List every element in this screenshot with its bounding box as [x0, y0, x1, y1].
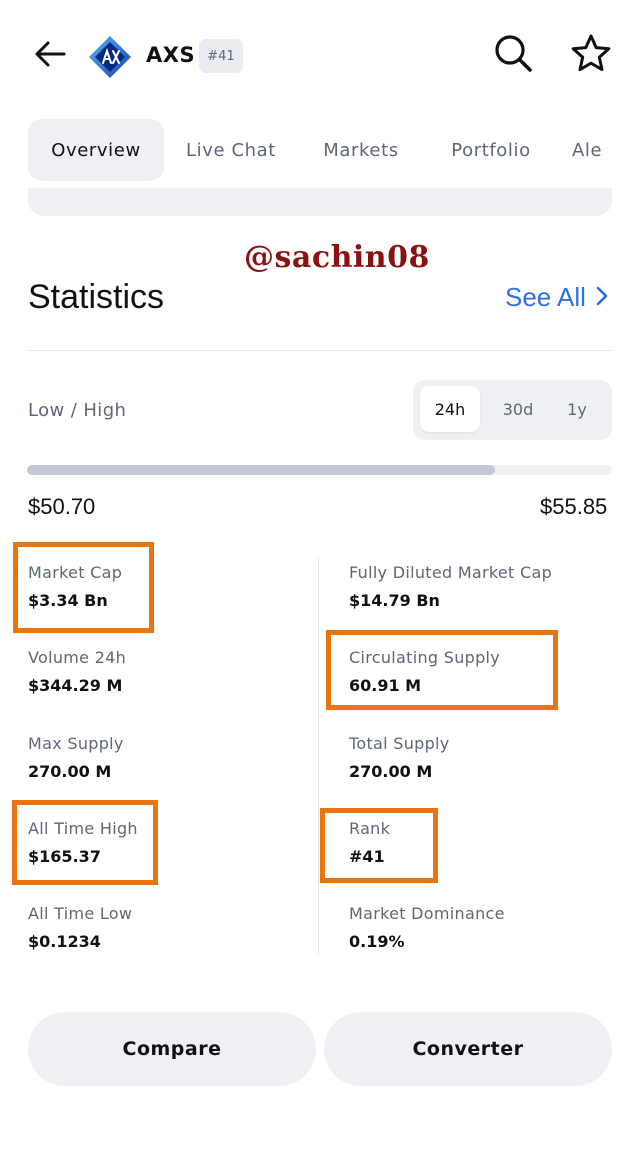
stat-value-volume-24h: $344.29 M: [28, 676, 123, 695]
stat-label-market-dominance: Market Dominance: [349, 904, 505, 923]
search-button[interactable]: [490, 32, 536, 78]
highlight-box-market-cap: [13, 542, 154, 633]
stat-value-fully-diluted-market-cap: $14.79 Bn: [349, 591, 440, 610]
tab-bar: Overview Live Chat Markets Portfolio Ale: [0, 119, 640, 183]
price-range-bar: [27, 465, 612, 475]
coin-symbol: AXS: [146, 43, 196, 67]
card-bottom-edge: [28, 188, 612, 216]
section-divider: [28, 350, 612, 351]
tab-markets[interactable]: Markets: [306, 119, 416, 181]
favorite-button[interactable]: [568, 32, 614, 78]
tab-alerts[interactable]: Ale: [572, 119, 632, 181]
tab-overview[interactable]: Overview: [28, 119, 164, 181]
stat-label-all-time-low: All Time Low: [28, 904, 133, 923]
stat-label-volume-24h: Volume 24h: [28, 648, 127, 667]
stat-label-max-supply: Max Supply: [28, 734, 124, 753]
price-high: $55.85: [540, 494, 608, 519]
tab-live-chat[interactable]: Live Chat: [172, 119, 290, 181]
stat-value-all-time-low: $0.1234: [28, 932, 101, 951]
see-all-link[interactable]: See All: [505, 282, 608, 313]
rank-badge: #41: [199, 39, 243, 73]
star-icon: [570, 33, 612, 77]
low-high-label: Low / High: [28, 400, 127, 421]
watermark-text: @sachin08: [244, 240, 430, 275]
period-30d[interactable]: 30d: [488, 386, 548, 432]
see-all-label: See All: [505, 282, 586, 312]
stat-value-market-dominance: 0.19%: [349, 932, 405, 951]
compare-button[interactable]: Compare: [28, 1012, 316, 1086]
axie-infinity-logo: [88, 35, 132, 79]
column-divider: [318, 558, 319, 954]
tab-portfolio[interactable]: Portfolio: [432, 119, 550, 181]
highlight-box-all-time-high: [12, 800, 158, 885]
search-icon: [493, 33, 533, 77]
stat-label-total-supply: Total Supply: [349, 734, 450, 753]
stat-label-fully-diluted-market-cap: Fully Diluted Market Cap: [349, 563, 553, 582]
arrow-left-icon: [34, 40, 66, 72]
highlight-box-rank: [320, 808, 438, 883]
period-24h[interactable]: 24h: [420, 386, 480, 432]
period-1y[interactable]: 1y: [547, 386, 607, 432]
stat-value-total-supply: 270.00 M: [349, 762, 433, 781]
statistics-title: Statistics: [28, 278, 165, 316]
chevron-right-icon: [596, 282, 608, 313]
back-button[interactable]: [30, 36, 70, 76]
price-range-fill: [27, 465, 495, 475]
converter-button[interactable]: Converter: [324, 1012, 612, 1086]
price-low: $50.70: [28, 494, 96, 519]
stat-value-max-supply: 270.00 M: [28, 762, 112, 781]
period-selector: 24h 30d 1y: [413, 380, 612, 440]
highlight-box-circulating-supply: [326, 630, 558, 710]
